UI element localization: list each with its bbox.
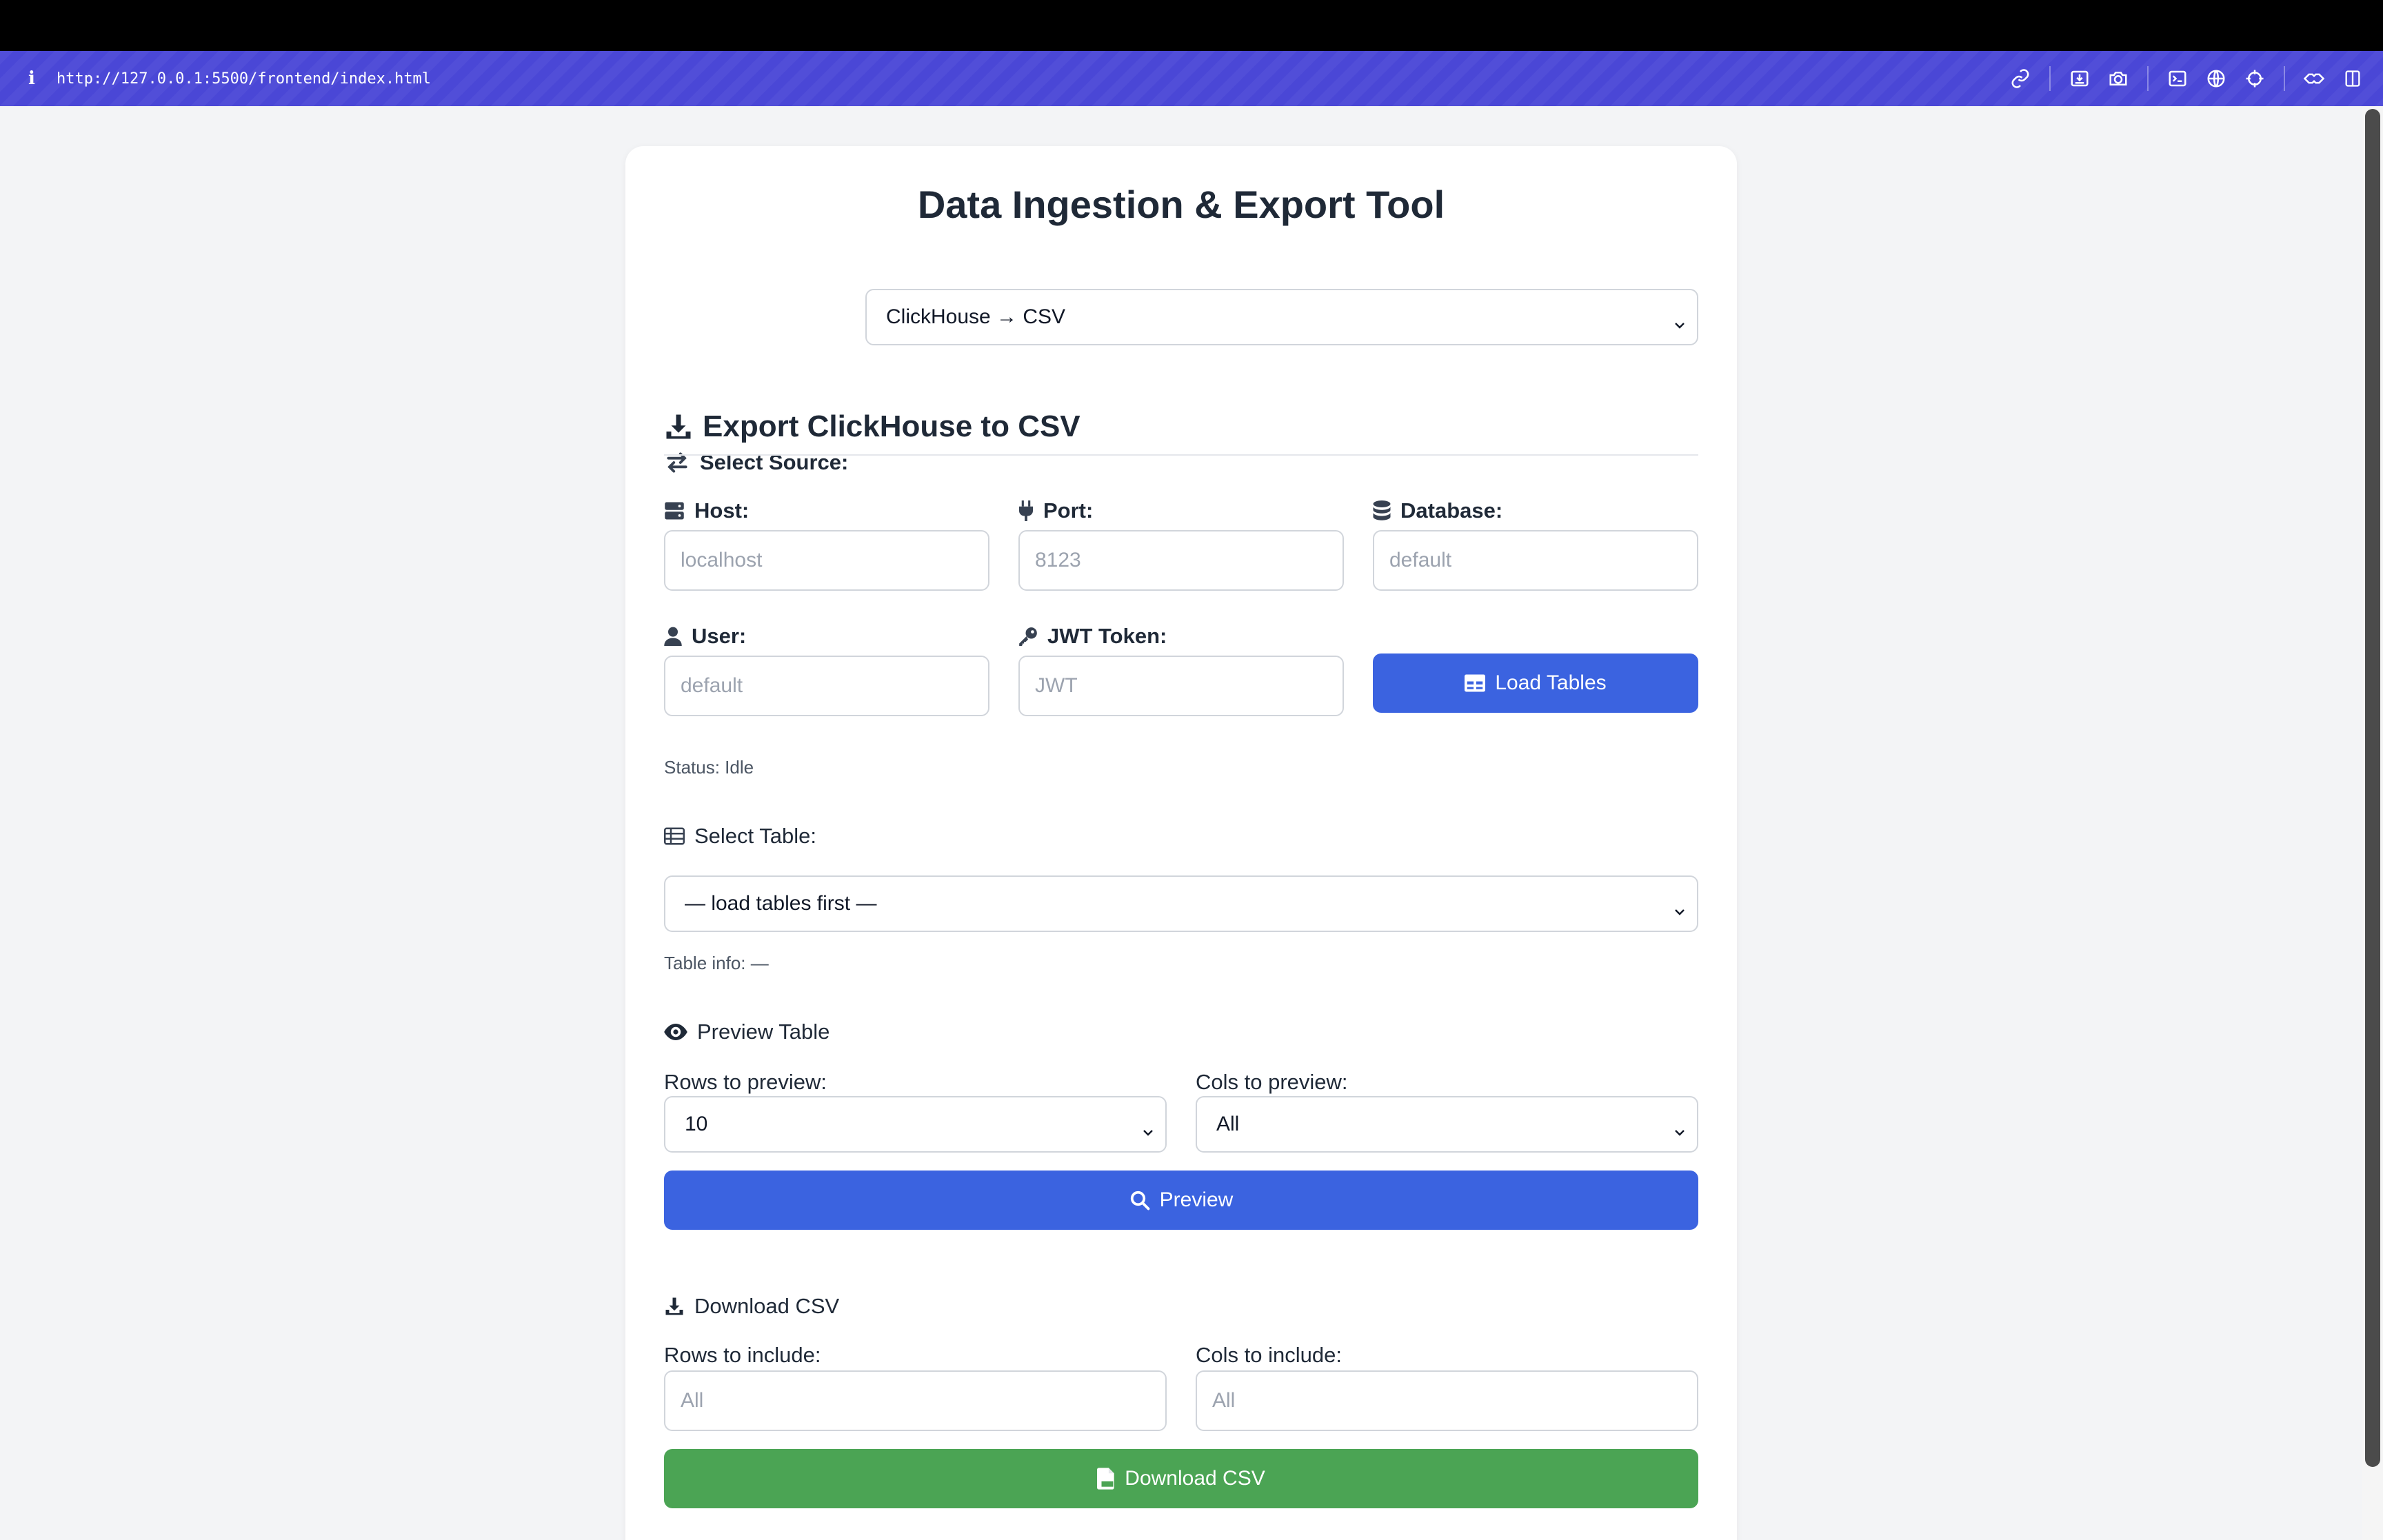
main-card: Data Ingestion & Export Tool Select Sour… bbox=[625, 146, 1737, 1540]
database-placeholder: default bbox=[1389, 549, 1452, 571]
download-cols-input[interactable]: All bbox=[1196, 1370, 1698, 1431]
preview-button[interactable]: Preview bbox=[664, 1171, 1698, 1230]
user-placeholder: default bbox=[681, 674, 743, 697]
table-label-row: Select Table: bbox=[664, 820, 816, 852]
crosshair-icon[interactable] bbox=[2241, 65, 2269, 92]
download-rows-label: Rows to include: bbox=[664, 1343, 821, 1367]
sidebar-icon[interactable] bbox=[2339, 65, 2366, 92]
download-cols-label: Cols to include: bbox=[1196, 1343, 1342, 1367]
user-icon bbox=[664, 627, 682, 646]
plug-icon bbox=[1018, 500, 1034, 521]
browser-url-bar: i http://127.0.0.1:5500/frontend/index.h… bbox=[0, 51, 2383, 106]
host-label: Host: bbox=[694, 498, 750, 523]
terminal-icon[interactable] bbox=[2164, 65, 2191, 92]
port-label: Port: bbox=[1043, 498, 1094, 523]
download-icon[interactable] bbox=[2066, 65, 2093, 92]
info-icon[interactable]: i bbox=[23, 68, 40, 89]
download-rows-input[interactable]: All bbox=[664, 1370, 1167, 1431]
host-label-row: Host: bbox=[664, 495, 749, 527]
load-tables-button[interactable]: Load Tables bbox=[1373, 654, 1698, 713]
load-tables-label: Load Tables bbox=[1495, 671, 1607, 694]
section-title: Export ClickHouse to CSV bbox=[703, 409, 1080, 443]
jwt-input[interactable]: JWT bbox=[1018, 656, 1344, 716]
url-text[interactable]: http://127.0.0.1:5500/frontend/index.htm… bbox=[57, 70, 431, 88]
chevron-down-icon bbox=[1142, 1119, 1154, 1142]
table-icon bbox=[1465, 674, 1486, 692]
table-info: Table info: — bbox=[664, 953, 769, 973]
table-select-value: — load tables first — bbox=[685, 892, 877, 915]
database-icon bbox=[1373, 500, 1391, 521]
download-rows-placeholder: All bbox=[681, 1389, 704, 1412]
table-label: Select Table: bbox=[694, 824, 816, 848]
toolbar-separator bbox=[2147, 66, 2149, 91]
jwt-placeholder: JWT bbox=[1035, 674, 1078, 697]
user-input[interactable]: default bbox=[664, 656, 989, 716]
download-icon bbox=[664, 1296, 685, 1317]
preview-cols-select[interactable]: All bbox=[1196, 1096, 1698, 1153]
table-select[interactable]: — load tables first — bbox=[664, 875, 1698, 932]
download-icon bbox=[664, 412, 693, 441]
database-input[interactable]: default bbox=[1373, 530, 1698, 591]
table-list-icon bbox=[664, 827, 685, 845]
preview-cols-label: Cols to preview: bbox=[1196, 1070, 1348, 1094]
host-input[interactable]: localhost bbox=[664, 530, 989, 591]
window-top-bar bbox=[0, 0, 2383, 51]
preview-rows-select[interactable]: 10 bbox=[664, 1096, 1167, 1153]
port-input[interactable]: 8123 bbox=[1018, 530, 1344, 591]
download-csv-label: Download CSV bbox=[1125, 1467, 1265, 1490]
user-label: User: bbox=[692, 624, 747, 648]
toolbar-separator bbox=[2049, 66, 2051, 91]
status-text: Status: Idle bbox=[664, 757, 754, 778]
link-icon[interactable] bbox=[2007, 65, 2034, 92]
csv-file-icon bbox=[1097, 1468, 1115, 1490]
search-icon bbox=[1129, 1190, 1150, 1210]
preview-heading: Preview Table bbox=[697, 1020, 830, 1044]
source-select-value: ClickHouse → CSV bbox=[886, 305, 1066, 328]
section-title-row: Export ClickHouse to CSV bbox=[664, 404, 1080, 449]
page-title: Data Ingestion & Export Tool bbox=[917, 183, 1445, 226]
camera-icon[interactable] bbox=[2104, 65, 2132, 92]
eye-icon bbox=[664, 1024, 687, 1040]
chevron-down-icon bbox=[1673, 312, 1686, 335]
key-icon bbox=[1018, 627, 1038, 646]
database-label-row: Database: bbox=[1373, 495, 1502, 527]
preview-rows-label: Rows to preview: bbox=[664, 1070, 827, 1094]
download-cols-placeholder: All bbox=[1212, 1389, 1236, 1412]
browser-toolbar bbox=[2001, 51, 2372, 106]
globe-icon[interactable] bbox=[2202, 65, 2230, 92]
jwt-label-row: JWT Token: bbox=[1018, 620, 1167, 652]
chevron-down-icon bbox=[1673, 898, 1686, 922]
preview-heading-row: Preview Table bbox=[664, 1016, 829, 1048]
toolbar-separator bbox=[2284, 66, 2285, 91]
preview-button-label: Preview bbox=[1159, 1188, 1234, 1211]
preview-cols-value: All bbox=[1216, 1113, 1240, 1135]
preview-rows-value: 10 bbox=[685, 1113, 708, 1135]
database-label: Database: bbox=[1400, 498, 1503, 523]
chevron-down-icon bbox=[1673, 1119, 1686, 1142]
download-heading-row: Download CSV bbox=[664, 1290, 839, 1322]
download-csv-button[interactable]: Download CSV bbox=[664, 1449, 1698, 1508]
swap-icon bbox=[664, 449, 690, 476]
extension-icon[interactable] bbox=[2300, 65, 2328, 92]
jwt-label: JWT Token: bbox=[1047, 624, 1167, 648]
user-label-row: User: bbox=[664, 620, 746, 652]
server-icon bbox=[664, 501, 685, 520]
source-select[interactable]: ClickHouse → CSV bbox=[865, 289, 1698, 345]
scrollbar-thumb[interactable] bbox=[2365, 109, 2380, 1467]
section-divider bbox=[664, 454, 1698, 456]
port-label-row: Port: bbox=[1018, 495, 1093, 527]
port-placeholder: 8123 bbox=[1035, 549, 1081, 571]
download-heading: Download CSV bbox=[694, 1294, 840, 1318]
host-placeholder: localhost bbox=[681, 549, 763, 571]
